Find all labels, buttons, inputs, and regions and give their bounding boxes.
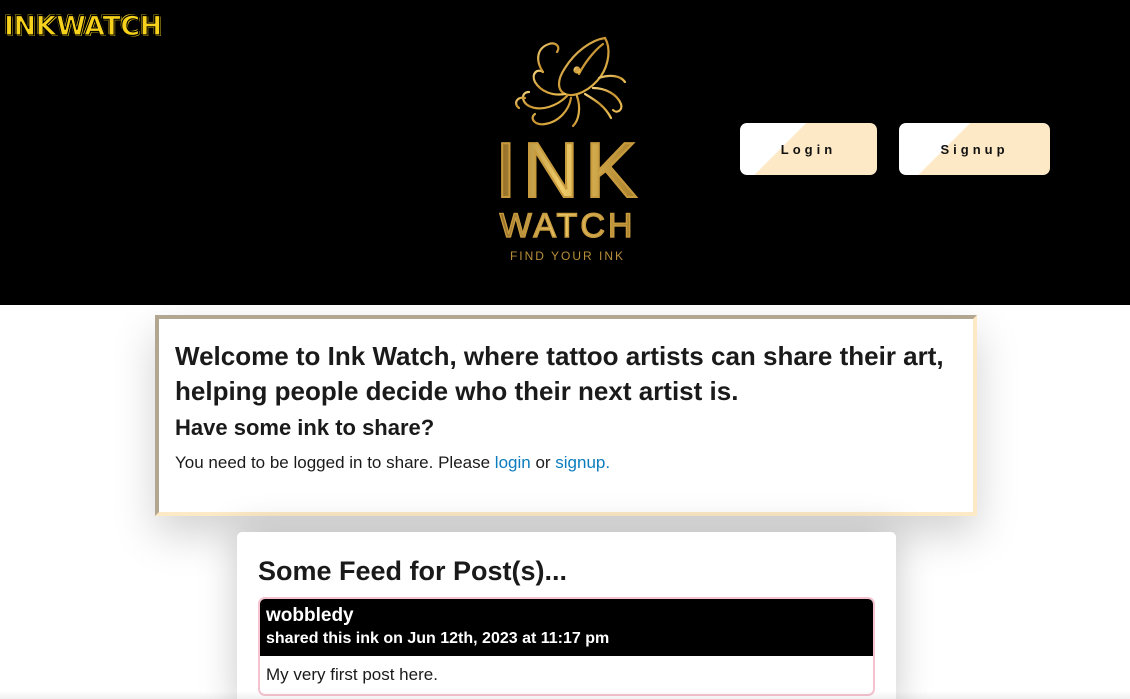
signup-link[interactable]: signup. (555, 453, 610, 472)
login-link[interactable]: login (495, 453, 531, 472)
post-username[interactable]: wobbledy (266, 604, 867, 628)
post-card: wobbledy shared this ink on Jun 12th, 20… (258, 597, 875, 696)
post-feed: Some Feed for Post(s)... wobbledy shared… (237, 532, 896, 699)
share-heading: Have some ink to share? (175, 415, 435, 440)
welcome-card: Welcome to Ink Watch, where tattoo artis… (155, 315, 977, 516)
welcome-title: Welcome to Ink Watch, where tattoo artis… (175, 341, 944, 406)
logo-line-watch: WATCH (495, 206, 640, 246)
post-body: My very first post here. (266, 665, 438, 684)
page-bottom-edge (0, 691, 1130, 699)
post-header: wobbledy shared this ink on Jun 12th, 20… (260, 599, 873, 656)
post-timestamp: shared this ink on Jun 12th, 2023 at 11:… (266, 630, 610, 647)
login-button[interactable]: Login (740, 123, 877, 175)
site-logo: INK WATCH FIND YOUR INK (494, 34, 644, 270)
logo-tagline: FIND YOUR INK (509, 249, 626, 263)
feed-title: Some Feed for Post(s)... (258, 556, 568, 586)
signup-button[interactable]: Signup (899, 123, 1050, 175)
login-prompt-or: or (530, 453, 556, 472)
squid-icon (515, 36, 627, 128)
logo-line-ink: INK (494, 126, 644, 214)
login-prompt: You need to be logged in to share. Pleas… (175, 451, 957, 475)
brand-wordmark[interactable]: INKWATCH (3, 11, 162, 42)
login-prompt-text: You need to be logged in to share. Pleas… (175, 453, 495, 472)
site-header: INKWATCH INK WATCH FIND YOUR INK Login S… (0, 0, 1130, 305)
